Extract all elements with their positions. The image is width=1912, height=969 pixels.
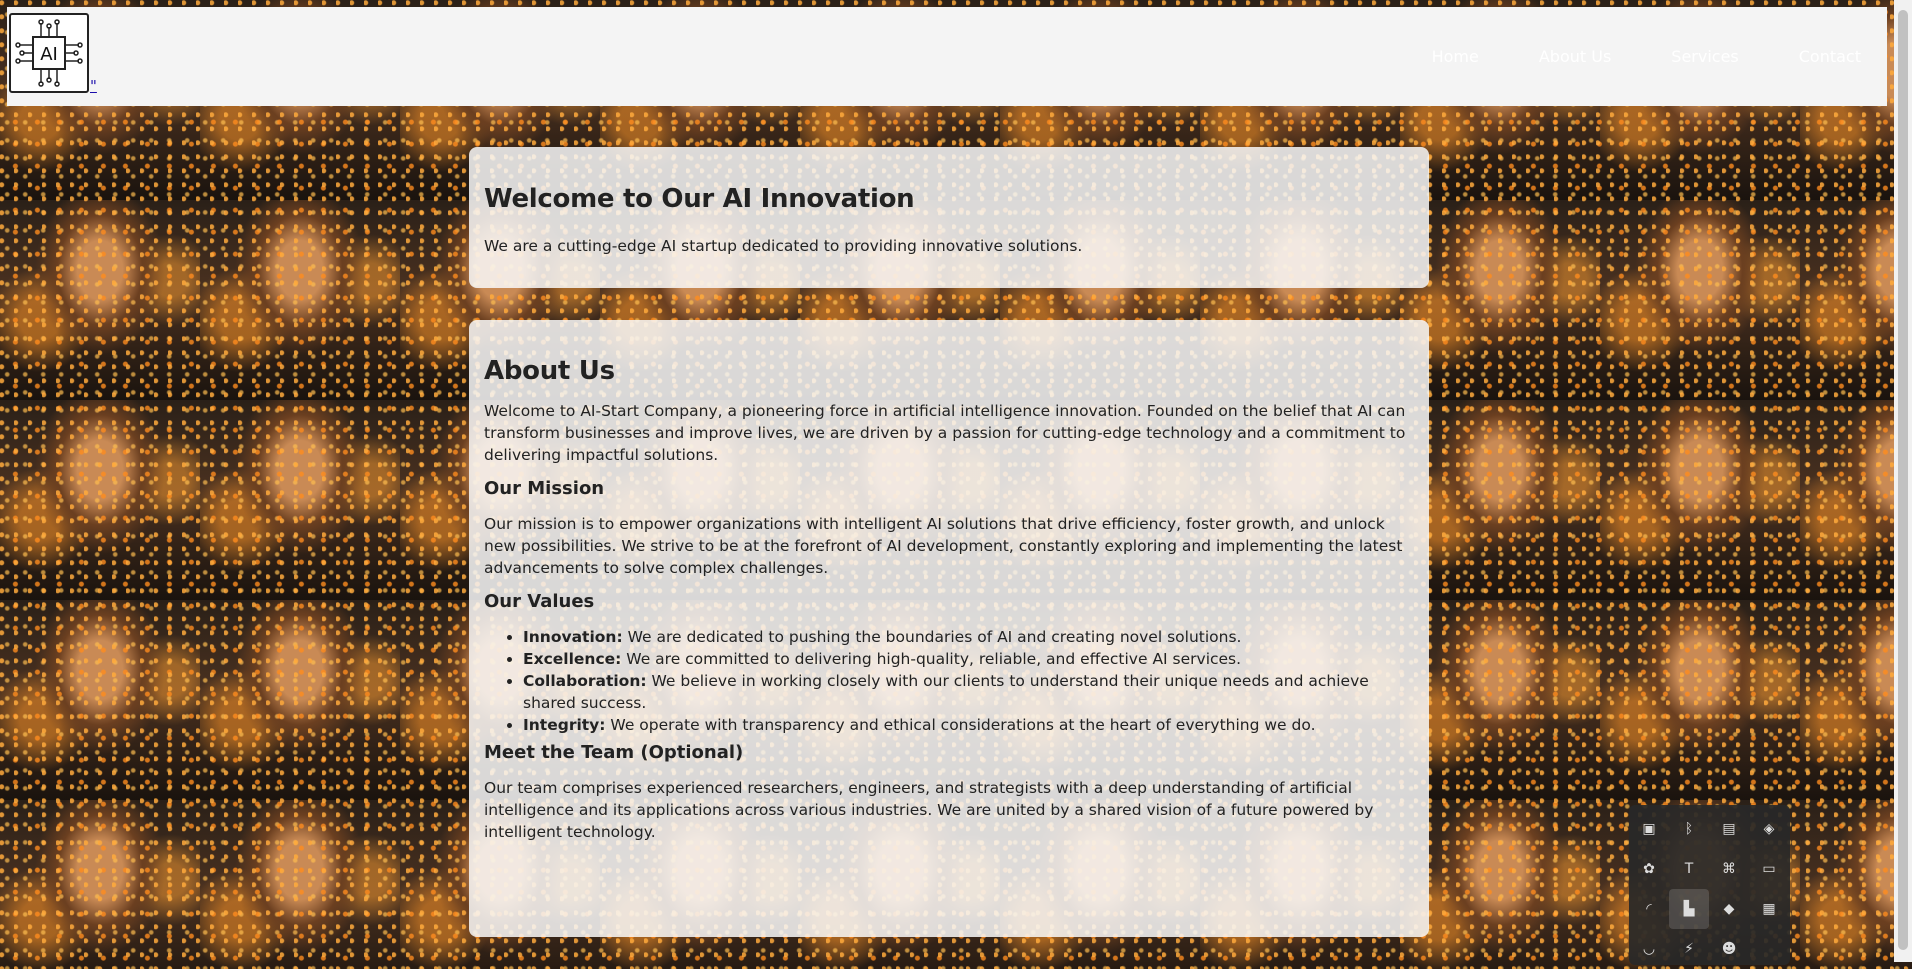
svg-text:AI: AI (40, 44, 58, 65)
system-tray-overflow: ▣ ᛒ ▤ ◈ ✿ T ⌘ ▭ ◜ ▙ ◆ ▦ ◡ ⚡ ☻ (1629, 805, 1790, 965)
scrollbar-thumb[interactable] (1898, 10, 1908, 950)
logo-link-text[interactable]: " (90, 77, 97, 95)
team-text: Our team comprises experienced researche… (484, 779, 1374, 841)
cup-icon[interactable]: ◡ (1629, 929, 1669, 969)
welcome-section: Welcome to Our AI Innovation We are a cu… (469, 147, 1429, 288)
network-manager-icon[interactable]: ▤ (1709, 809, 1749, 849)
bookmark-icon[interactable]: ▙ (1669, 889, 1709, 929)
ai-logo: AI (9, 13, 89, 93)
welcome-title: Welcome to Our AI Innovation (484, 184, 915, 214)
battery-icon[interactable]: ▭ (1749, 849, 1789, 889)
photo-icon[interactable]: ▦ (1749, 889, 1789, 929)
value-item: Collaboration: We believe in working clo… (523, 670, 1414, 714)
value-item: Innovation: We are dedicated to pushing … (523, 626, 1414, 648)
team-title: Meet the Team (Optional) (484, 742, 744, 763)
teams-icon[interactable]: T (1669, 849, 1709, 889)
display-icon[interactable]: ▣ (1629, 809, 1669, 849)
values-title: Our Values (484, 591, 595, 612)
logo-link[interactable]: AI " (8, 11, 103, 101)
value-item: Integrity: We operate with transparency … (523, 714, 1414, 736)
value-text: We operate with transparency and ethical… (605, 716, 1316, 734)
wifi-icon[interactable]: ◜ (1629, 889, 1669, 929)
nav-about-us[interactable]: About Us (1539, 47, 1611, 66)
value-name: Innovation: (523, 628, 623, 646)
security-shield-icon[interactable]: ◈ (1749, 809, 1789, 849)
nav-home[interactable]: Home (1432, 47, 1479, 66)
main-nav: Home About Us Services Contact (1432, 47, 1861, 66)
value-name: Excellence: (523, 650, 622, 668)
page-scrollbar[interactable] (1894, 0, 1912, 962)
value-name: Collaboration: (523, 672, 647, 690)
app-icon[interactable]: ✿ (1629, 849, 1669, 889)
value-text: We are dedicated to pushing the boundari… (622, 628, 1242, 646)
circuit-chip-icon: AI (15, 19, 83, 87)
value-name: Integrity: (523, 716, 606, 734)
discord-icon[interactable]: ☻ (1709, 929, 1749, 969)
mission-title: Our Mission (484, 478, 605, 499)
about-title: About Us (484, 356, 615, 386)
nav-contact[interactable]: Contact (1799, 47, 1861, 66)
about-intro: Welcome to AI-Start Company, a pioneerin… (484, 402, 1406, 464)
mission-text: Our mission is to empower organizations … (484, 515, 1403, 577)
values-list: Innovation: We are dedicated to pushing … (484, 626, 1414, 736)
stack-icon[interactable]: ◆ (1709, 889, 1749, 929)
bluetooth-icon[interactable]: ᛒ (1669, 809, 1709, 849)
value-item: Excellence: We are committed to deliveri… (523, 648, 1414, 670)
nav-services[interactable]: Services (1671, 47, 1738, 66)
value-text: We believe in working closely with our c… (523, 672, 1369, 712)
top-navigation-bar: AI " Home About Us Services Contact (7, 7, 1887, 106)
about-section: About Us Welcome to AI-Start Company, a … (469, 320, 1429, 937)
tool-icon[interactable]: ⌘ (1709, 849, 1749, 889)
lightning-icon[interactable]: ⚡ (1669, 929, 1709, 969)
value-text: We are committed to delivering high-qual… (621, 650, 1242, 668)
welcome-text: We are a cutting-edge AI startup dedicat… (484, 237, 1083, 255)
